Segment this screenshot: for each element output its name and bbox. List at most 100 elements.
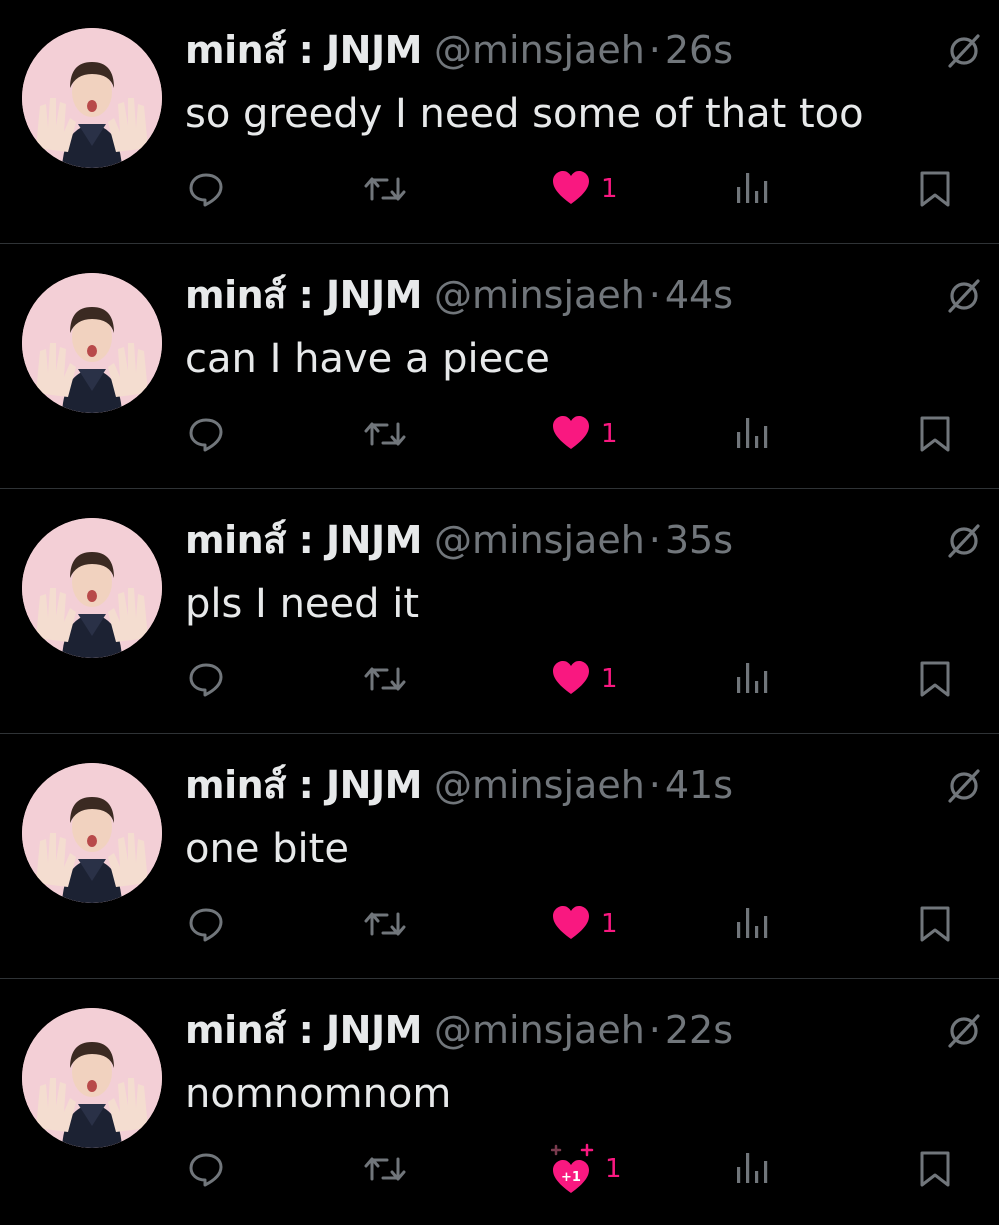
tweet-header: minส์ : JNJM @minsjaeh · 44s xyxy=(185,270,733,320)
avatar[interactable] xyxy=(22,28,162,168)
user-handle[interactable]: @minsjaeh xyxy=(434,518,645,562)
tweet-actions: +1 1 xyxy=(0,1143,999,1195)
bookmark-icon xyxy=(920,171,950,207)
tweet[interactable]: minส์ : JNJM @minsjaeh · 35s pls I need it… xyxy=(0,490,999,735)
user-handle[interactable]: @minsjaeh xyxy=(434,28,645,72)
avatar[interactable] xyxy=(22,518,162,658)
display-name[interactable]: minส์ : JNJM xyxy=(185,763,422,807)
retweet-icon xyxy=(364,912,406,936)
tweet[interactable]: minส์ : JNJM @minsjaeh · 41s one bite 1 xyxy=(0,735,999,980)
tweet-actions: 1 xyxy=(0,653,999,705)
display-name[interactable]: minส์ : JNJM xyxy=(185,518,422,562)
retweet-button[interactable] xyxy=(362,653,408,705)
avatar[interactable] xyxy=(22,1008,162,1148)
muted-icon[interactable] xyxy=(944,1010,984,1050)
reply-icon xyxy=(189,663,223,697)
views-button[interactable] xyxy=(734,1143,770,1195)
like-button[interactable]: 1 xyxy=(551,653,618,705)
like-count: 1 xyxy=(601,419,618,449)
muted-icon[interactable] xyxy=(944,30,984,70)
timestamp[interactable]: 35s xyxy=(665,518,733,562)
views-button[interactable] xyxy=(734,898,770,950)
like-button[interactable]: 1 xyxy=(551,163,618,215)
tweet-header: minส์ : JNJM @minsjaeh · 35s xyxy=(185,515,733,565)
views-icon xyxy=(737,1153,768,1183)
reply-icon xyxy=(189,173,223,207)
timestamp[interactable]: 26s xyxy=(665,28,733,72)
heart-icon xyxy=(553,906,589,939)
views-button[interactable] xyxy=(734,163,770,215)
muted-icon[interactable] xyxy=(944,520,984,560)
user-handle[interactable]: @minsjaeh xyxy=(434,273,645,317)
retweet-icon xyxy=(364,177,406,201)
muted-icon[interactable] xyxy=(944,765,984,805)
retweet-icon xyxy=(364,422,406,446)
heart-plus-one-icon: +1 xyxy=(551,1143,594,1193)
separator-dot: · xyxy=(648,28,661,72)
reply-icon xyxy=(189,418,223,452)
views-icon xyxy=(737,663,768,693)
like-count: 1 xyxy=(605,1154,622,1184)
separator-dot: · xyxy=(648,1008,661,1052)
timestamp[interactable]: 41s xyxy=(665,763,733,807)
like-button[interactable]: 1 xyxy=(551,408,618,460)
tweet-header: minส์ : JNJM @minsjaeh · 26s xyxy=(185,25,733,75)
tweet-actions: 1 xyxy=(0,898,999,950)
tweet-text: one bite xyxy=(185,826,349,872)
bookmark-button[interactable] xyxy=(918,408,952,460)
display-name[interactable]: minส์ : JNJM xyxy=(185,28,422,72)
plus-one-badge: +1 xyxy=(561,1170,581,1185)
heart-icon xyxy=(553,416,589,449)
tweet-text: so greedy I need some of that too xyxy=(185,91,864,137)
views-icon xyxy=(737,418,768,448)
retweet-icon xyxy=(364,667,406,691)
tweet[interactable]: minส์ : JNJM @minsjaeh · 22s nomnomnom +… xyxy=(0,980,999,1225)
display-name[interactable]: minส์ : JNJM xyxy=(185,273,422,317)
display-name[interactable]: minส์ : JNJM xyxy=(185,1008,422,1052)
like-button[interactable]: +1 1 xyxy=(551,1143,622,1195)
tweet-text: pls I need it xyxy=(185,581,420,627)
views-button[interactable] xyxy=(734,408,770,460)
reply-button[interactable] xyxy=(186,1143,226,1195)
like-count: 1 xyxy=(601,909,618,939)
reply-icon xyxy=(189,908,223,942)
tweet[interactable]: minส์ : JNJM @minsjaeh · 44s can I have a … xyxy=(0,245,999,490)
bookmark-button[interactable] xyxy=(918,898,952,950)
avatar[interactable] xyxy=(22,273,162,413)
bookmark-button[interactable] xyxy=(918,163,952,215)
bookmark-button[interactable] xyxy=(918,1143,952,1195)
like-count: 1 xyxy=(601,174,618,204)
retweet-button[interactable] xyxy=(362,163,408,215)
reply-button[interactable] xyxy=(186,653,226,705)
tweet-actions: 1 xyxy=(0,163,999,215)
bookmark-icon xyxy=(920,416,950,452)
user-handle[interactable]: @minsjaeh xyxy=(434,1008,645,1052)
retweet-button[interactable] xyxy=(362,898,408,950)
like-count: 1 xyxy=(601,664,618,694)
reply-button[interactable] xyxy=(186,408,226,460)
retweet-button[interactable] xyxy=(362,1143,408,1195)
views-icon xyxy=(737,908,768,938)
separator-dot: · xyxy=(648,518,661,562)
tweet[interactable]: minส์ : JNJM @minsjaeh · 26s so greedy I n… xyxy=(0,0,999,245)
bookmark-icon xyxy=(920,1151,950,1187)
tweet-text: can I have a piece xyxy=(185,336,550,382)
bookmark-icon xyxy=(920,906,950,942)
tweet-actions: 1 xyxy=(0,408,999,460)
bookmark-button[interactable] xyxy=(918,653,952,705)
reply-button[interactable] xyxy=(186,163,226,215)
user-handle[interactable]: @minsjaeh xyxy=(434,763,645,807)
reply-button[interactable] xyxy=(186,898,226,950)
views-button[interactable] xyxy=(734,653,770,705)
like-button[interactable]: 1 xyxy=(551,898,618,950)
separator-dot: · xyxy=(648,763,661,807)
timestamp[interactable]: 22s xyxy=(665,1008,733,1052)
retweet-icon xyxy=(364,1157,406,1181)
heart-icon xyxy=(553,171,589,204)
bookmark-icon xyxy=(920,661,950,697)
views-icon xyxy=(737,173,768,203)
avatar[interactable] xyxy=(22,763,162,903)
retweet-button[interactable] xyxy=(362,408,408,460)
timestamp[interactable]: 44s xyxy=(665,273,733,317)
muted-icon[interactable] xyxy=(944,275,984,315)
